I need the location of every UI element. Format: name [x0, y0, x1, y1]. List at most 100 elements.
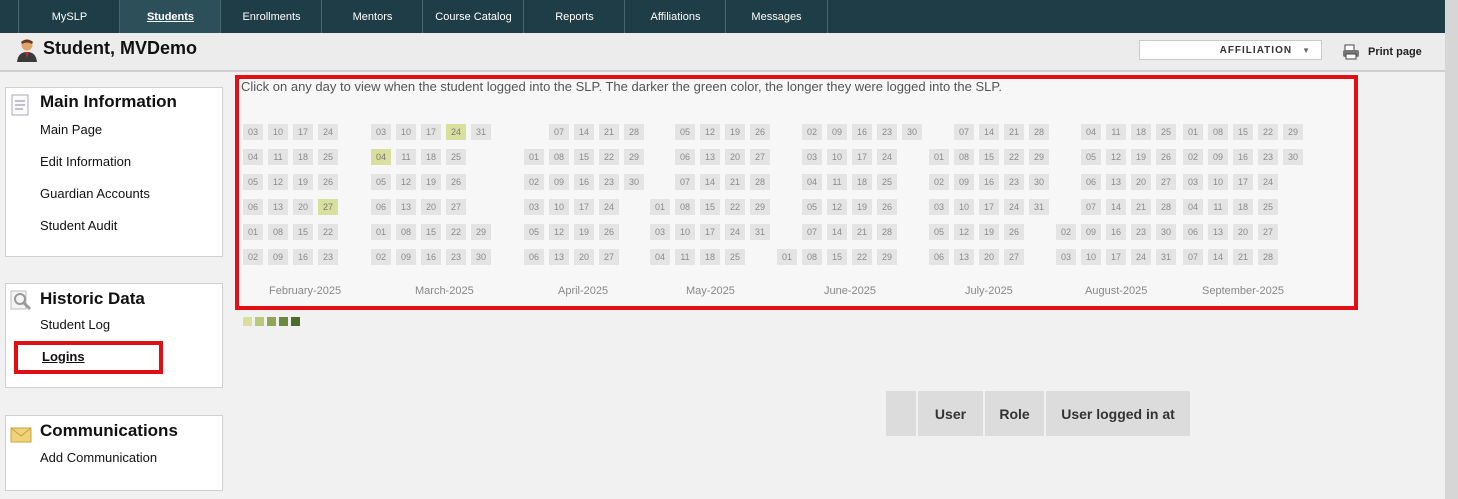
calendar-day[interactable]: 06	[524, 249, 544, 265]
calendar-day[interactable]: 14	[1106, 199, 1126, 215]
calendar-day[interactable]: 27	[750, 149, 770, 165]
print-page-button[interactable]: Print page	[1342, 44, 1422, 60]
calendar-day[interactable]: 05	[371, 174, 391, 190]
calendar-day[interactable]: 08	[396, 224, 416, 240]
calendar-day[interactable]: 04	[650, 249, 670, 265]
calendar-day[interactable]: 13	[1208, 224, 1228, 240]
calendar-day[interactable]: 29	[750, 199, 770, 215]
calendar-day[interactable]: 04	[1183, 199, 1203, 215]
calendar-day[interactable]: 30	[471, 249, 491, 265]
calendar-day[interactable]: 13	[396, 199, 416, 215]
calendar-day[interactable]: 03	[650, 224, 670, 240]
calendar-day[interactable]: 08	[802, 249, 822, 265]
calendar-day[interactable]: 30	[902, 124, 922, 140]
calendar-day[interactable]: 12	[700, 124, 720, 140]
calendar-day[interactable]: 17	[979, 199, 999, 215]
calendar-day[interactable]: 03	[802, 149, 822, 165]
calendar-day[interactable]: 06	[371, 199, 391, 215]
calendar-day[interactable]: 12	[827, 199, 847, 215]
calendar-day[interactable]: 12	[268, 174, 288, 190]
calendar-day[interactable]: 17	[700, 224, 720, 240]
calendar-day[interactable]: 12	[396, 174, 416, 190]
calendar-day[interactable]: 09	[1208, 149, 1228, 165]
calendar-day[interactable]: 10	[396, 124, 416, 140]
calendar-day[interactable]: 10	[268, 124, 288, 140]
calendar-day[interactable]: 06	[243, 199, 263, 215]
calendar-day[interactable]: 16	[1106, 224, 1126, 240]
calendar-day[interactable]: 13	[700, 149, 720, 165]
calendar-day[interactable]: 13	[954, 249, 974, 265]
calendar-day[interactable]: 24	[446, 124, 466, 140]
calendar-day[interactable]: 21	[725, 174, 745, 190]
calendar-day[interactable]: 09	[1081, 224, 1101, 240]
calendar-day[interactable]: 06	[1081, 174, 1101, 190]
calendar-day[interactable]: 13	[268, 199, 288, 215]
calendar-day[interactable]: 27	[1004, 249, 1024, 265]
nav-tab-mentors[interactable]: Mentors	[321, 0, 423, 33]
calendar-day[interactable]: 30	[1156, 224, 1176, 240]
calendar-day[interactable]: 04	[243, 149, 263, 165]
calendar-day[interactable]: 11	[1208, 199, 1228, 215]
calendar-day[interactable]: 27	[1258, 224, 1278, 240]
calendar-day[interactable]: 13	[549, 249, 569, 265]
calendar-day[interactable]: 19	[293, 174, 313, 190]
calendar-day[interactable]: 29	[1029, 149, 1049, 165]
calendar-day[interactable]: 28	[1258, 249, 1278, 265]
calendar-day[interactable]: 22	[599, 149, 619, 165]
calendar-day[interactable]: 05	[1081, 149, 1101, 165]
calendar-day[interactable]: 17	[852, 149, 872, 165]
calendar-day[interactable]: 24	[318, 124, 338, 140]
calendar-day[interactable]: 20	[421, 199, 441, 215]
calendar-day[interactable]: 14	[574, 124, 594, 140]
calendar-day[interactable]: 02	[524, 174, 544, 190]
calendar-day[interactable]: 16	[293, 249, 313, 265]
calendar-day[interactable]: 03	[1183, 174, 1203, 190]
calendar-day[interactable]: 29	[877, 249, 897, 265]
nav-tab-students[interactable]: Students	[119, 0, 221, 33]
vertical-scrollbar[interactable]	[1445, 0, 1458, 499]
table-header-role[interactable]: Role	[985, 391, 1044, 436]
nav-tab-enrollments[interactable]: Enrollments	[220, 0, 322, 33]
calendar-day[interactable]: 30	[1283, 149, 1303, 165]
calendar-day[interactable]: 23	[318, 249, 338, 265]
calendar-day[interactable]: 01	[929, 149, 949, 165]
nav-tab-messages[interactable]: Messages	[725, 0, 828, 33]
calendar-day[interactable]: 10	[1208, 174, 1228, 190]
calendar-day[interactable]: 18	[1131, 124, 1151, 140]
calendar-day[interactable]: 26	[750, 124, 770, 140]
calendar-day[interactable]: 23	[1131, 224, 1151, 240]
calendar-day[interactable]: 23	[1258, 149, 1278, 165]
calendar-day[interactable]: 05	[929, 224, 949, 240]
add-communication-link[interactable]: Add Communication	[40, 450, 157, 465]
calendar-day[interactable]: 18	[1233, 199, 1253, 215]
calendar-day[interactable]: 11	[268, 149, 288, 165]
calendar-day[interactable]: 19	[852, 199, 872, 215]
calendar-day[interactable]: 22	[318, 224, 338, 240]
calendar-day[interactable]: 15	[700, 199, 720, 215]
calendar-day[interactable]: 03	[929, 199, 949, 215]
calendar-day[interactable]: 04	[802, 174, 822, 190]
calendar-day[interactable]: 21	[1131, 199, 1151, 215]
calendar-day[interactable]: 14	[827, 224, 847, 240]
calendar-day[interactable]: 09	[827, 124, 847, 140]
calendar-day[interactable]: 10	[1081, 249, 1101, 265]
calendar-day[interactable]: 02	[1183, 149, 1203, 165]
calendar-day[interactable]: 26	[599, 224, 619, 240]
calendar-day[interactable]: 15	[293, 224, 313, 240]
calendar-day[interactable]: 20	[979, 249, 999, 265]
calendar-day[interactable]: 10	[827, 149, 847, 165]
calendar-day[interactable]: 04	[371, 149, 391, 165]
calendar-day[interactable]: 24	[1004, 199, 1024, 215]
calendar-day[interactable]: 18	[293, 149, 313, 165]
calendar-day[interactable]: 17	[293, 124, 313, 140]
calendar-day[interactable]: 07	[802, 224, 822, 240]
calendar-day[interactable]: 31	[1029, 199, 1049, 215]
calendar-day[interactable]: 15	[827, 249, 847, 265]
calendar-day[interactable]: 27	[1156, 174, 1176, 190]
calendar-day[interactable]: 29	[471, 224, 491, 240]
calendar-day[interactable]: 14	[1208, 249, 1228, 265]
calendar-day[interactable]: 17	[1106, 249, 1126, 265]
calendar-day[interactable]: 08	[954, 149, 974, 165]
calendar-day[interactable]: 23	[599, 174, 619, 190]
calendar-day[interactable]: 26	[877, 199, 897, 215]
